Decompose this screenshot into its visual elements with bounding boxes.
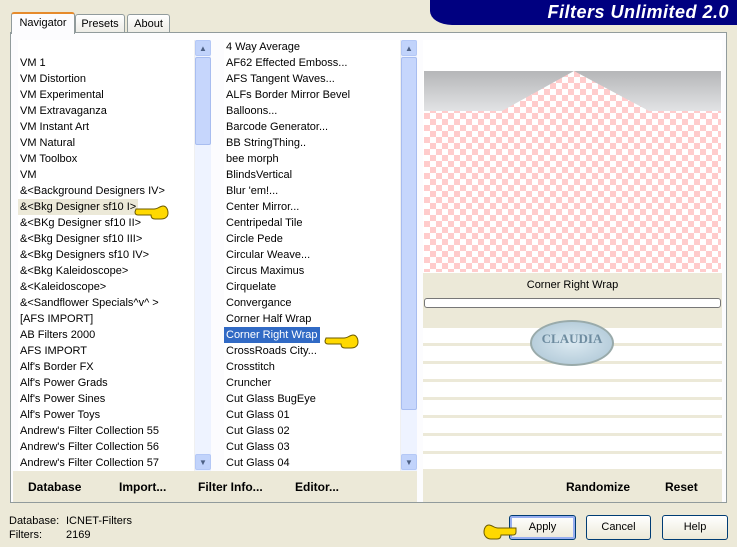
app-title-banner: Filters Unlimited 2.0	[430, 0, 737, 25]
list-item[interactable]: [AFS IMPORT]	[18, 311, 95, 327]
watermark-logo: CLAUDIA	[530, 320, 614, 366]
filters-count: 2169	[66, 529, 91, 541]
list-item[interactable]: Centripedal Tile	[224, 215, 304, 231]
list-item[interactable]: VM Natural	[18, 135, 77, 151]
reset-button[interactable]: Reset	[665, 480, 698, 494]
list-item[interactable]: &<BKg Designer sf10 II>	[18, 215, 143, 231]
list-item[interactable]: AF62 Effected Emboss...	[224, 55, 349, 71]
list-item[interactable]: VM 1	[18, 55, 48, 71]
row-divider	[423, 451, 722, 454]
preview-image	[424, 71, 721, 272]
list-item[interactable]: VM Distortion	[18, 71, 88, 87]
preview-panel: Corner Right Wrap CLAUDIA	[423, 40, 722, 472]
row-divider	[423, 379, 722, 382]
scroll-up-icon[interactable]: ▲	[195, 40, 211, 56]
database-value: ICNET-Filters	[66, 515, 132, 527]
category-scrollbar[interactable]: ▲ ▼	[194, 40, 211, 471]
list-item[interactable]: Alf's Power Toys	[18, 407, 102, 423]
database-button[interactable]: Database	[28, 480, 81, 494]
preview-filter-name: Corner Right Wrap	[423, 273, 722, 297]
tab-about[interactable]: About	[127, 14, 170, 33]
list-item[interactable]: 4 Way Average	[224, 40, 302, 55]
list-item[interactable]: Cut Glass 03	[224, 439, 292, 455]
list-item[interactable]: Cut Glass 02	[224, 423, 292, 439]
help-button[interactable]: Help	[662, 515, 728, 540]
list-item[interactable]: Center Mirror...	[224, 199, 301, 215]
list-item[interactable]: CrossRoads City...	[224, 343, 319, 359]
list-item[interactable]: Blur 'em!...	[224, 183, 280, 199]
list-item[interactable]: Alf's Power Sines	[18, 391, 107, 407]
database-label: Database:	[9, 515, 60, 527]
tab-presets[interactable]: Presets	[75, 14, 125, 33]
cancel-button[interactable]: Cancel	[586, 515, 651, 540]
list-item[interactable]: &<Sandflower Specials^v^ >	[18, 295, 161, 311]
list-item[interactable]: Corner Half Wrap	[224, 311, 313, 327]
filters-label: Filters:	[9, 529, 42, 541]
list-item[interactable]: ALFs Border Mirror Bevel	[224, 87, 352, 103]
list-item[interactable]: Andrew's Filter Collection 56	[18, 439, 161, 455]
list-item[interactable]: Barcode Generator...	[224, 119, 330, 135]
list-item[interactable]: Andrew's Filter Collection 55	[18, 423, 161, 439]
list-item[interactable]: Cut Glass BugEye	[224, 391, 318, 407]
list-item[interactable]: VM	[18, 167, 39, 183]
list-item[interactable]: Alf's Border FX	[18, 359, 96, 375]
list-item[interactable]: Convergance	[224, 295, 293, 311]
pointing-hand-icon	[324, 334, 359, 349]
list-item[interactable]: AB Filters 2000	[18, 327, 97, 343]
list-item[interactable]: Alf's Power Grads	[18, 375, 110, 391]
apply-button[interactable]: Apply	[509, 515, 576, 540]
list-item[interactable]: AFS Tangent Waves...	[224, 71, 337, 87]
list-item[interactable]: VM Experimental	[18, 87, 106, 103]
list-item[interactable]: BlindsVertical	[224, 167, 294, 183]
list-item[interactable]: Circle Pede	[224, 231, 285, 247]
list-item[interactable]: Circus Maximus	[224, 263, 306, 279]
editor-button[interactable]: Editor...	[295, 480, 339, 494]
list-item[interactable]: Cirquelate	[224, 279, 278, 295]
list-item[interactable]: &<Bkg Designer sf10 I>	[18, 199, 139, 215]
list-item[interactable]: Andrew's Filter Collection 57	[18, 455, 161, 471]
scroll-down-icon[interactable]: ▼	[195, 454, 211, 470]
scroll-thumb[interactable]	[195, 57, 211, 145]
list-item[interactable]: Corner Right Wrap	[224, 327, 320, 343]
filter-list[interactable]: 4 Way Average AF62 Effected Emboss... AFS …	[224, 40, 400, 471]
list-item[interactable]: &<Bkg Kaleidoscope>	[18, 263, 130, 279]
category-list[interactable]: VM 1 VM Distortion VM Experimental VM Extra…	[18, 40, 194, 471]
list-item[interactable]: Crosstitch	[224, 359, 277, 375]
scroll-down-icon[interactable]: ▼	[401, 454, 417, 470]
scroll-up-icon[interactable]: ▲	[401, 40, 417, 56]
list-item[interactable]: Cut Glass 04	[224, 455, 292, 471]
list-item[interactable]: VM Instant Art	[18, 119, 91, 135]
filter-scrollbar[interactable]: ▲ ▼	[400, 40, 417, 471]
list-item[interactable]: Cut Glass 01	[224, 407, 292, 423]
list-item[interactable]: VM Toolbox	[18, 151, 79, 167]
list-item[interactable]: &<Bkg Designer sf10 III>	[18, 231, 144, 247]
list-item[interactable]: &<Kaleidoscope>	[18, 279, 108, 295]
list-item[interactable]: &<Bkg Designers sf10 IV>	[18, 247, 151, 263]
pointing-hand-icon	[483, 524, 517, 540]
list-item[interactable]: BB StringThing..	[224, 135, 308, 151]
row-divider	[423, 415, 722, 418]
list-item[interactable]: AFS IMPORT	[18, 343, 89, 359]
list-item[interactable]: bee morph	[224, 151, 281, 167]
import-button[interactable]: Import...	[119, 480, 166, 494]
scroll-thumb[interactable]	[401, 57, 417, 410]
row-divider	[423, 397, 722, 400]
tab-navigator[interactable]: Navigator	[11, 12, 75, 34]
filter-info-button[interactable]: Filter Info...	[198, 480, 263, 494]
list-item[interactable]: Circular Weave...	[224, 247, 312, 263]
progress-bar	[424, 298, 721, 308]
watermark-text: CLAUDIA	[541, 331, 603, 346]
list-item[interactable]: &<Background Designers IV>	[18, 183, 167, 199]
list-item[interactable]: VM Extravaganza	[18, 103, 109, 119]
list-item[interactable]: Balloons...	[224, 103, 279, 119]
list-item[interactable]: Cruncher	[224, 375, 273, 391]
row-divider	[423, 433, 722, 436]
pointing-hand-icon	[134, 205, 169, 220]
randomize-button[interactable]: Randomize	[566, 480, 630, 494]
